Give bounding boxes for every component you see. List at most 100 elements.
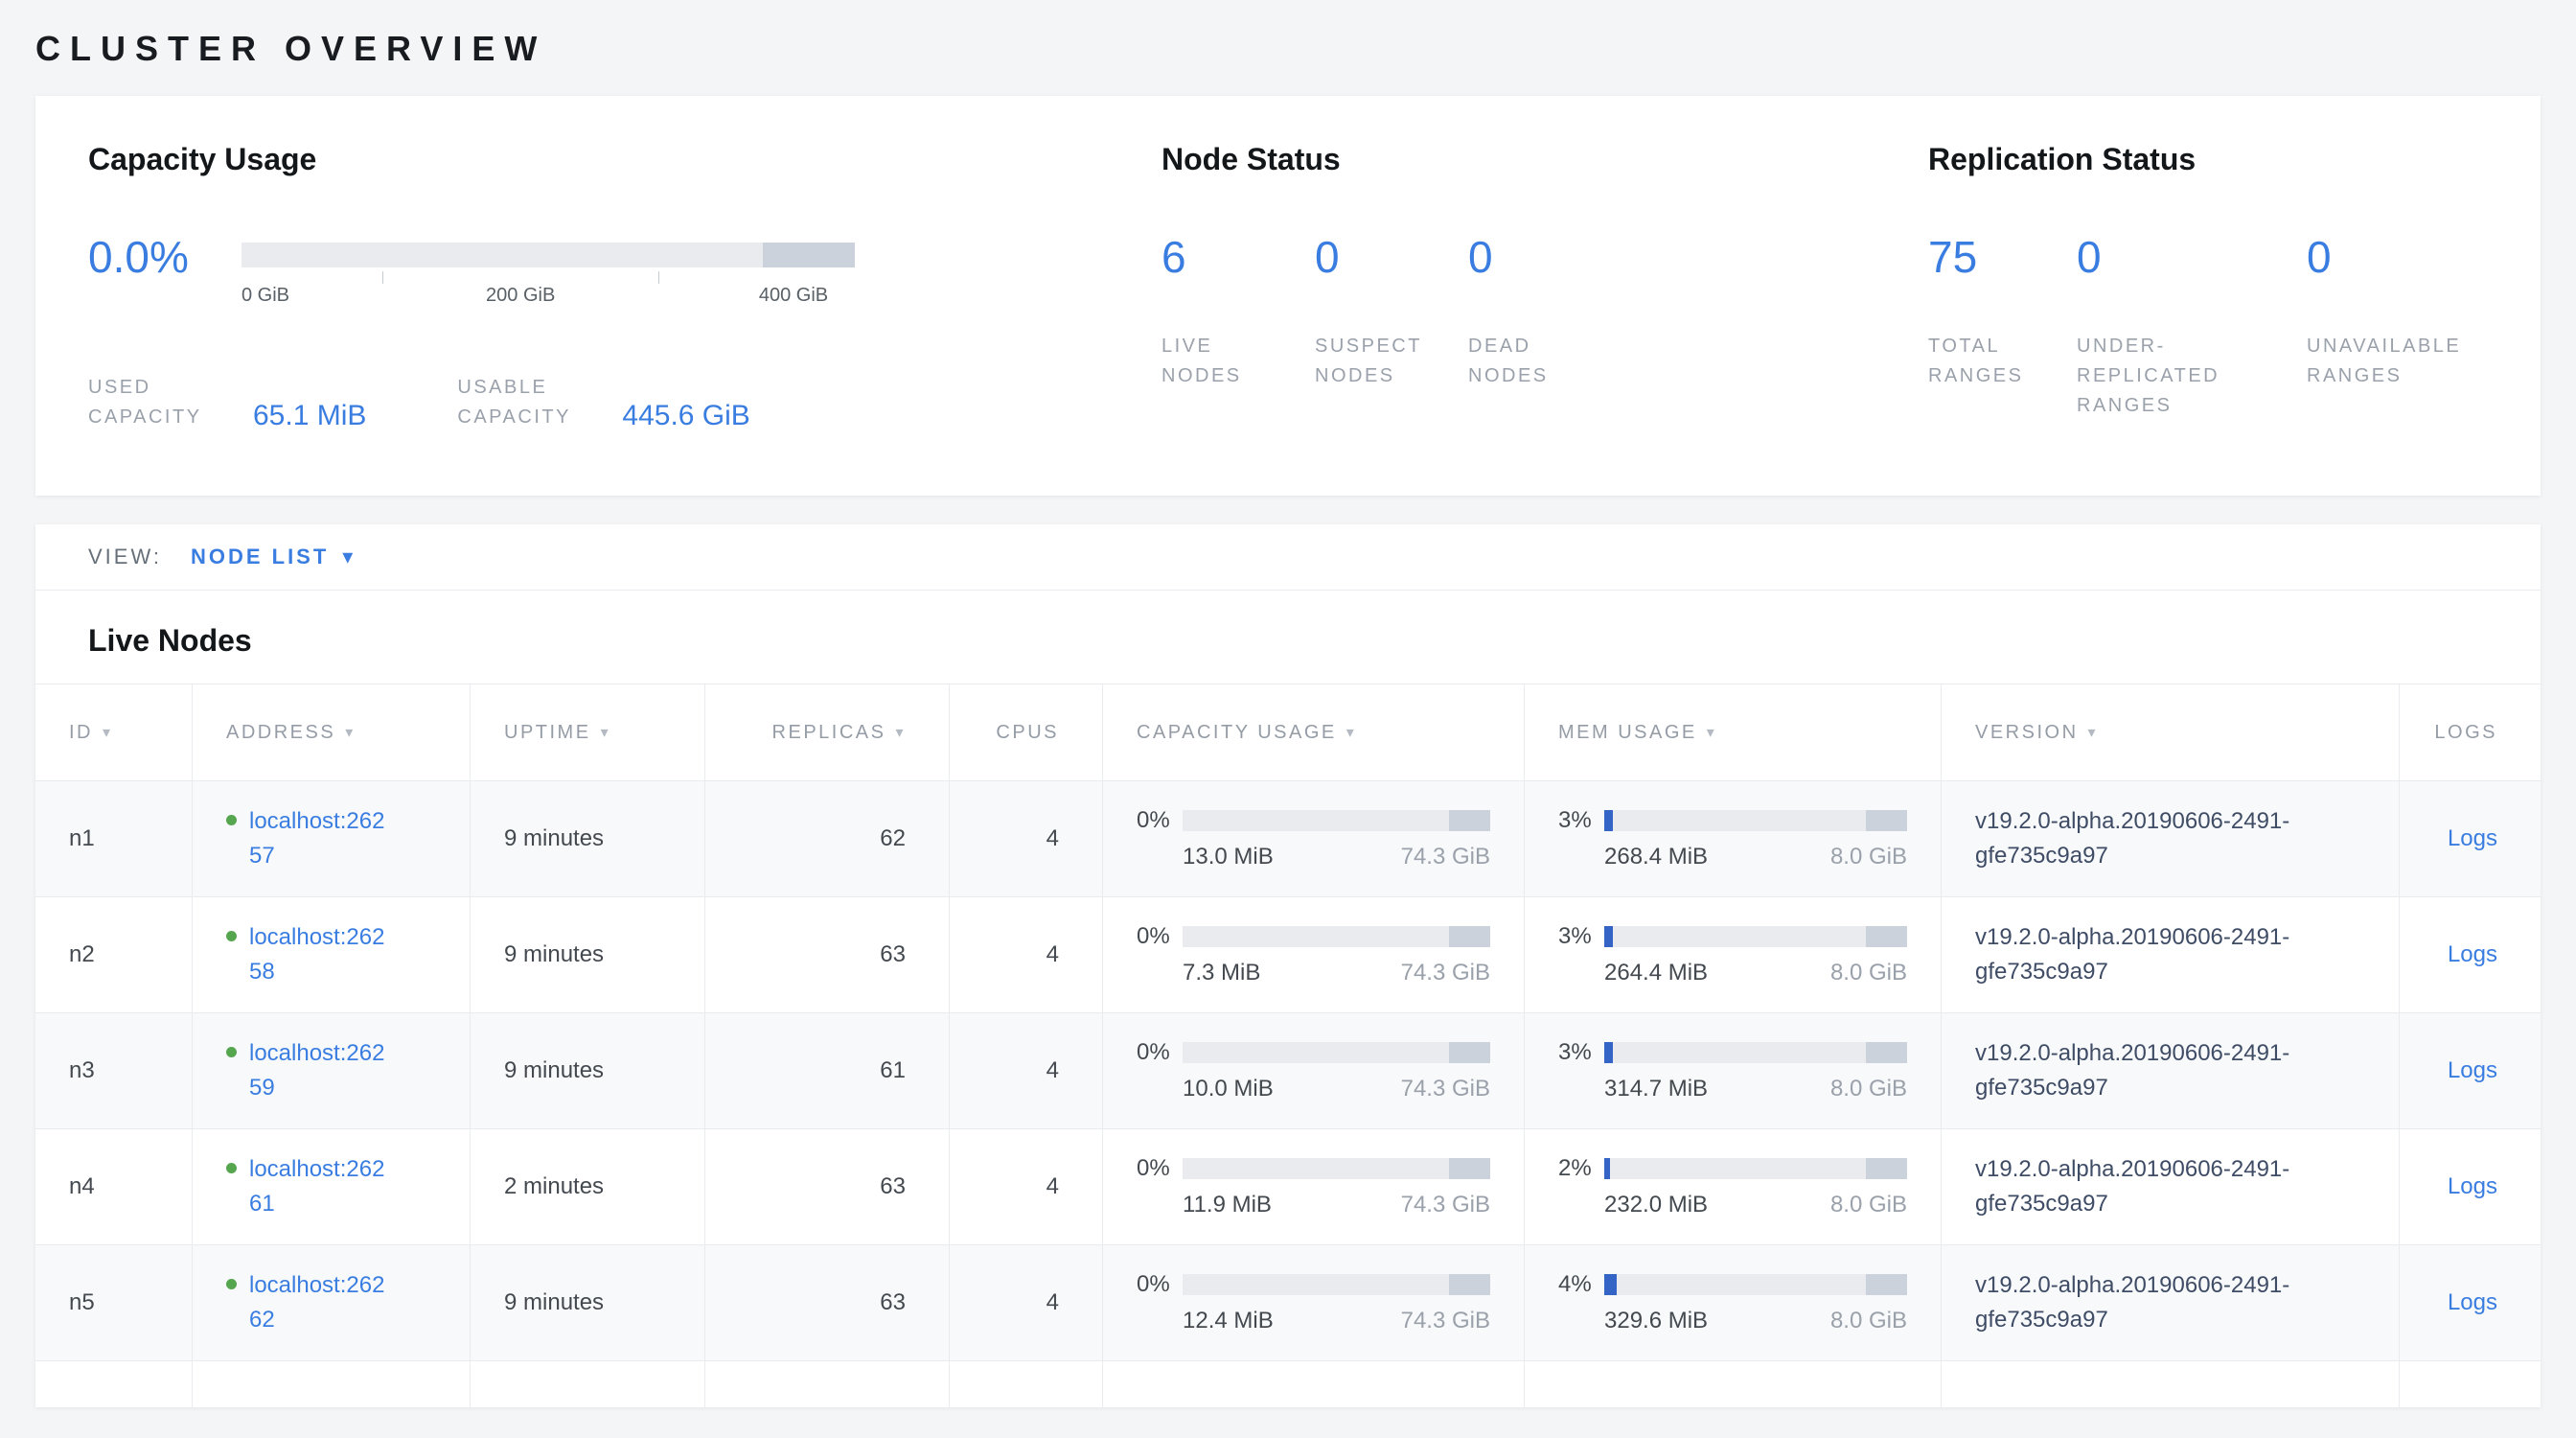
column-header-label: CPUS: [996, 722, 1059, 744]
capacity-stats: USED CAPACITY 65.1 MiB USABLE CAPACITY 4…: [88, 373, 1162, 432]
logs-link[interactable]: Logs: [2448, 825, 2497, 852]
capacity-total-value: 74.3 GiB: [1401, 1192, 1490, 1218]
node-version-cell: v19.2.0-alpha.20190606-2491-gfe735c9a97: [1941, 1129, 2399, 1244]
node-logs-cell: Logs: [2399, 1245, 2541, 1360]
column-header-label: UPTIME: [504, 722, 591, 744]
node-id-cell: n5: [35, 1245, 192, 1360]
mem-usage-fill: [1604, 810, 1613, 831]
used-capacity-value: 65.1 MiB: [253, 400, 366, 433]
column-header-label: CAPACITY USAGE: [1137, 722, 1337, 744]
suspect-nodes-stat: 0 SUSPECT NODES: [1315, 233, 1468, 391]
unavailable-ranges-count: 0: [2307, 233, 2479, 282]
capacity-total-value: 74.3 GiB: [1401, 960, 1490, 986]
node-address-link[interactable]: localhost:26261: [249, 1152, 391, 1221]
node-address-link[interactable]: localhost:26259: [249, 1036, 391, 1105]
live-nodes-stat: 6 LIVE NODES: [1162, 233, 1315, 391]
column-header-cpus: CPUS: [949, 684, 1102, 780]
mem-usage-fill: [1604, 1042, 1613, 1063]
node-status-stats: 6 LIVE NODES 0 SUSPECT NODES 0 DEAD NODE…: [1162, 233, 1928, 391]
capacity-used-value: 13.0 MiB: [1183, 844, 1274, 870]
live-status-dot-icon: [226, 931, 237, 941]
logs-link[interactable]: Logs: [2448, 1057, 2497, 1084]
mem-percent-label: 3%: [1558, 1039, 1604, 1066]
capacity-usage-bar: [1183, 1042, 1490, 1063]
cluster-summary-card: Capacity Usage 0.0% 0 GiB 200 GiB 400 Gi…: [35, 96, 2541, 496]
mem-total-value: 8.0 GiB: [1830, 1308, 1907, 1334]
node-uptime-cell: 2 minutes: [470, 1129, 704, 1244]
mem-used-value: 329.6 MiB: [1604, 1308, 1708, 1334]
capacity-gauge-cap-segment: [763, 243, 855, 267]
capacity-total-value: 74.3 GiB: [1401, 844, 1490, 870]
node-address-cell: localhost:26257: [192, 781, 470, 896]
column-header-capacity[interactable]: CAPACITY USAGE ▾: [1102, 684, 1524, 780]
view-selected-value: NODE LIST: [191, 545, 329, 569]
view-selector-dropdown[interactable]: NODE LIST ▾: [191, 545, 353, 569]
node-address-link[interactable]: localhost:26257: [249, 804, 391, 873]
column-header-version[interactable]: VERSION ▾: [1941, 684, 2399, 780]
mem-usage-fill: [1604, 926, 1613, 947]
total-ranges-count: 75: [1928, 233, 2077, 282]
capacity-usage-cap-segment: [1449, 1274, 1490, 1295]
node-version-cell: v19.2.0-alpha.20190606-2491-gfe735c9a97: [1941, 1013, 2399, 1128]
node-cpus-cell: 4: [949, 781, 1102, 896]
node-replicas-cell: 61: [704, 1013, 949, 1128]
node-replicas-cell: 62: [704, 781, 949, 896]
table-row: n3 localhost:26259 9 minutes 61 4 0% 10.…: [35, 1012, 2541, 1128]
replication-status-title: Replication Status: [1928, 142, 2488, 177]
live-nodes-title: Live Nodes: [35, 591, 2541, 684]
capacity-usage-bar: [1183, 1158, 1490, 1179]
usable-capacity-stat: USABLE CAPACITY 445.6 GiB: [457, 373, 749, 432]
table-row: n2 localhost:26258 9 minutes 63 4 0% 7.3…: [35, 896, 2541, 1012]
table-row: n4 localhost:26261 2 minutes 63 4 0% 11.…: [35, 1128, 2541, 1244]
node-id: n2: [69, 941, 95, 968]
sort-caret-icon: ▾: [1707, 723, 1717, 742]
mem-usage-cap-segment: [1866, 1158, 1907, 1179]
replication-status-section: Replication Status 75 TOTAL RANGES 0 UND…: [1928, 142, 2488, 432]
node-id-cell: n2: [35, 897, 192, 1012]
node-replicas-cell: 63: [704, 1245, 949, 1360]
node-address-link[interactable]: localhost:26258: [249, 920, 391, 989]
column-header-uptime[interactable]: UPTIME ▾: [470, 684, 704, 780]
mem-total-value: 8.0 GiB: [1830, 844, 1907, 870]
mem-percent-label: 3%: [1558, 807, 1604, 834]
logs-link[interactable]: Logs: [2448, 1289, 2497, 1316]
logs-link[interactable]: Logs: [2448, 1173, 2497, 1200]
replication-status-stats: 75 TOTAL RANGES 0 UNDER-REPLICATED RANGE…: [1928, 233, 2488, 421]
node-capacity-usage-cell: 0% 7.3 MiB 74.3 GiB: [1102, 897, 1524, 1012]
used-capacity-stat: USED CAPACITY 65.1 MiB: [88, 373, 366, 432]
mem-used-value: 264.4 MiB: [1604, 960, 1708, 986]
capacity-percent-label: 0%: [1137, 1271, 1183, 1298]
total-ranges-stat: 75 TOTAL RANGES: [1928, 233, 2077, 421]
node-version-cell: v19.2.0-alpha.20190606-2491-gfe735c9a97: [1941, 781, 2399, 896]
mem-usage-cap-segment: [1866, 926, 1907, 947]
column-header-address[interactable]: ADDRESS ▾: [192, 684, 470, 780]
unavailable-ranges-stat: 0 UNAVAILABLE RANGES: [2307, 233, 2479, 421]
column-header-logs: LOGS: [2399, 684, 2541, 780]
capacity-usage-section: Capacity Usage 0.0% 0 GiB 200 GiB 400 Gi…: [88, 142, 1162, 432]
column-header-id[interactable]: ID ▾: [35, 684, 192, 780]
live-status-dot-icon: [226, 1163, 237, 1173]
node-id: n1: [69, 825, 95, 852]
node-address-link[interactable]: localhost:26262: [249, 1268, 391, 1337]
live-status-dot-icon: [226, 1279, 237, 1289]
mem-total-value: 8.0 GiB: [1830, 1192, 1907, 1218]
capacity-gauge: 0 GiB 200 GiB 400 GiB: [242, 243, 855, 312]
node-id-cell: n1: [35, 781, 192, 896]
capacity-usage-bar: [1183, 926, 1490, 947]
logs-link[interactable]: Logs: [2448, 941, 2497, 968]
view-label: VIEW:: [88, 545, 162, 569]
capacity-usage-title: Capacity Usage: [88, 142, 1162, 177]
capacity-usage-cap-segment: [1449, 1042, 1490, 1063]
column-header-memory[interactable]: MEM USAGE ▾: [1524, 684, 1941, 780]
column-header-replicas[interactable]: REPLICAS ▾: [704, 684, 949, 780]
capacity-gauge-axis: 0 GiB 200 GiB 400 GiB: [242, 285, 855, 312]
capacity-usage-cap-segment: [1449, 1158, 1490, 1179]
mem-usage-cap-segment: [1866, 1274, 1907, 1295]
suspect-nodes-count: 0: [1315, 233, 1468, 282]
capacity-percent-label: 0%: [1137, 807, 1183, 834]
capacity-gauge-bar: [242, 243, 855, 267]
node-uptime-cell: 9 minutes: [470, 1013, 704, 1128]
capacity-total-value: 74.3 GiB: [1401, 1308, 1490, 1334]
node-version-cell: v19.2.0-alpha.20190606-2491-gfe735c9a97: [1941, 1245, 2399, 1360]
node-uptime-cell: 9 minutes: [470, 781, 704, 896]
